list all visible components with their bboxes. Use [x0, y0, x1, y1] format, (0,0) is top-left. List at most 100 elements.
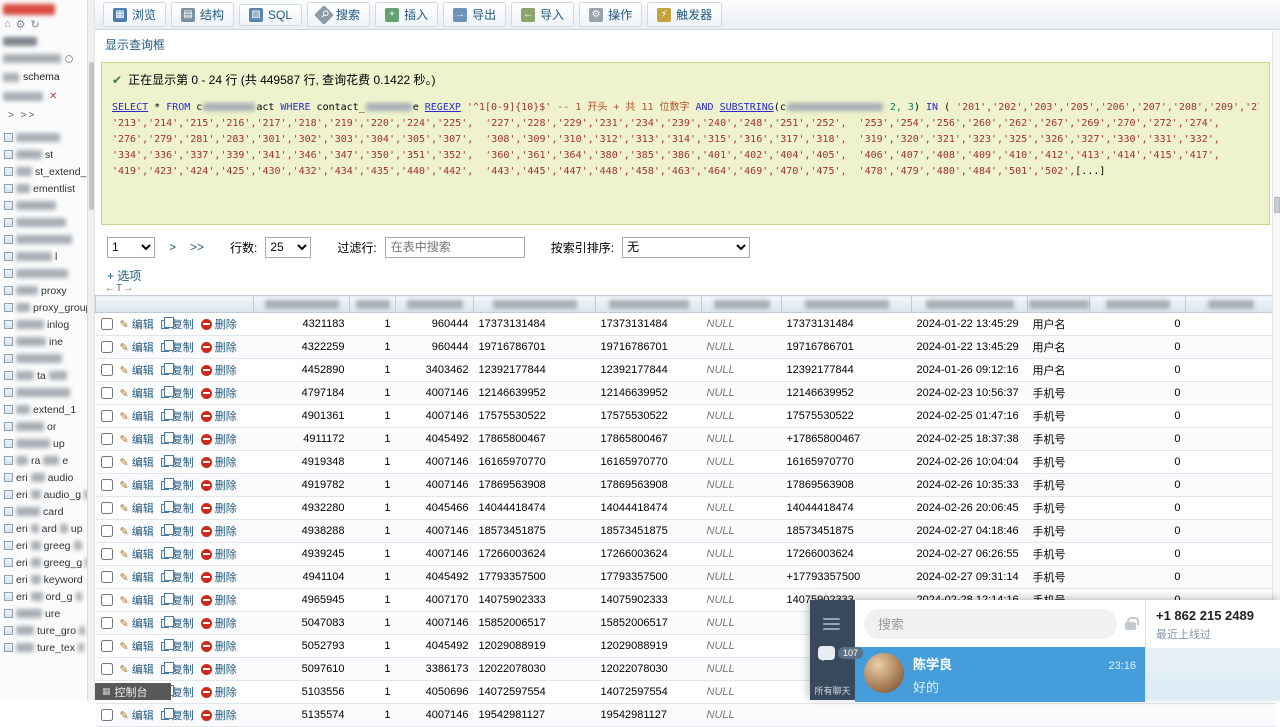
collapse-icon[interactable] — [65, 55, 73, 63]
edit-link[interactable]: ✎编辑 — [120, 316, 154, 332]
sidebar-item[interactable]: erigreeg — [0, 537, 87, 554]
row-checkbox[interactable] — [101, 456, 113, 468]
delete-link[interactable]: 删除 — [201, 523, 237, 539]
copy-link[interactable]: 复制 — [161, 569, 194, 585]
sidebar-item[interactable] — [0, 350, 87, 367]
sidebar-item[interactable]: card — [0, 503, 87, 520]
delete-link[interactable]: 删除 — [201, 546, 237, 562]
row-checkbox[interactable] — [101, 640, 113, 652]
conversation-header[interactable]: +1 862 215 2489 最近上线过 — [1146, 600, 1280, 648]
row-checkbox[interactable] — [101, 410, 113, 422]
lock-icon[interactable] — [1125, 622, 1136, 630]
delete-link[interactable]: 删除 — [201, 569, 237, 585]
row-checkbox[interactable] — [101, 433, 113, 445]
sidebar-item[interactable]: up — [0, 435, 87, 452]
sidebar-item[interactable]: or — [0, 418, 87, 435]
chat-list-item[interactable]: 陈学良 23:16 好的 — [855, 647, 1145, 702]
delete-link[interactable]: 删除 — [201, 477, 237, 493]
page-select[interactable]: 1 — [107, 237, 155, 258]
row-checkbox[interactable] — [101, 318, 113, 330]
edit-link[interactable]: ✎编辑 — [120, 500, 154, 516]
tab-export[interactable]: →导出 — [443, 2, 506, 27]
edit-link[interactable]: ✎编辑 — [120, 454, 154, 470]
database-item[interactable]: schema — [0, 67, 87, 87]
sidebar-item[interactable]: st — [0, 146, 87, 163]
copy-link[interactable]: 复制 — [161, 454, 194, 470]
refresh-icon[interactable]: ↻ — [31, 18, 40, 31]
sidebar-item[interactable]: proxy_group — [0, 299, 87, 316]
copy-link[interactable]: 复制 — [161, 477, 194, 493]
delete-link[interactable]: 删除 — [201, 431, 237, 447]
tab-triggers[interactable]: ⚡触发器 — [647, 2, 722, 27]
edit-link[interactable]: ✎编辑 — [120, 661, 154, 677]
sidebar-item[interactable]: erikeyword — [0, 571, 87, 588]
delete-link[interactable]: 删除 — [201, 684, 237, 700]
sidebar-item[interactable]: eriaudio — [0, 469, 87, 486]
copy-link[interactable]: 复制 — [161, 707, 194, 723]
copy-link[interactable]: 复制 — [161, 362, 194, 378]
all-chats-folder[interactable]: 107 — [818, 646, 863, 660]
sidebar-item[interactable]: erigreeg_g — [0, 554, 87, 571]
edit-link[interactable]: ✎编辑 — [120, 523, 154, 539]
sidebar-item[interactable]: ture_gro — [0, 622, 87, 639]
edit-link[interactable]: ✎编辑 — [120, 431, 154, 447]
sidebar-item[interactable]: inlog — [0, 316, 87, 333]
clear-filter-button[interactable]: ✕ — [49, 91, 57, 102]
column-order-controls[interactable]: ←T→ — [95, 283, 1280, 295]
row-checkbox[interactable] — [101, 709, 113, 721]
delete-link[interactable]: 删除 — [201, 500, 237, 516]
edit-link[interactable]: ✎编辑 — [120, 569, 154, 585]
menu-icon[interactable] — [823, 615, 840, 633]
copy-link[interactable]: 复制 — [161, 523, 194, 539]
sort-select[interactable]: 无 — [622, 237, 750, 258]
row-checkbox[interactable] — [101, 525, 113, 537]
settings-icon[interactable]: ⚙ — [16, 18, 26, 31]
copy-link[interactable]: 复制 — [161, 431, 194, 447]
row-checkbox[interactable] — [101, 617, 113, 629]
edit-link[interactable]: ✎编辑 — [120, 477, 154, 493]
options-toggle[interactable]: + 选项 — [95, 259, 1280, 283]
edit-link[interactable]: ✎编辑 — [120, 592, 154, 608]
row-checkbox[interactable] — [101, 548, 113, 560]
copy-link[interactable]: 复制 — [161, 385, 194, 401]
edit-link[interactable]: ✎编辑 — [120, 339, 154, 355]
last-page-link[interactable]: >> — [190, 240, 204, 254]
sidebar-item[interactable]: ture_tex — [0, 639, 87, 656]
copy-link[interactable]: 复制 — [161, 592, 194, 608]
edit-link[interactable]: ✎编辑 — [120, 385, 154, 401]
home-icon[interactable]: ⌂ — [4, 18, 11, 31]
delete-link[interactable]: 删除 — [201, 316, 237, 332]
sidebar-item[interactable]: ementlist — [0, 180, 87, 197]
edit-link[interactable]: ✎编辑 — [120, 638, 154, 654]
sidebar-item[interactable]: st_extend_ — [0, 163, 87, 180]
sidebar-item[interactable]: ine — [0, 333, 87, 350]
rows-select[interactable]: 25 — [265, 237, 311, 258]
sidebar-item[interactable] — [0, 231, 87, 248]
copy-link[interactable]: 复制 — [161, 500, 194, 516]
console-toggle[interactable]: ▦ 控制台 — [95, 683, 171, 700]
tab-structure[interactable]: ▤结构 — [171, 2, 234, 27]
filter-input[interactable] — [385, 237, 525, 258]
copy-link[interactable]: 复制 — [161, 661, 194, 677]
delete-link[interactable]: 删除 — [201, 638, 237, 654]
sidebar-item[interactable]: rae — [0, 452, 87, 469]
delete-link[interactable]: 删除 — [201, 362, 237, 378]
copy-link[interactable]: 复制 — [161, 615, 194, 631]
sidebar-item[interactable] — [0, 214, 87, 231]
row-checkbox[interactable] — [101, 594, 113, 606]
edit-link[interactable]: ✎编辑 — [120, 408, 154, 424]
edit-link[interactable]: ✎编辑 — [120, 362, 154, 378]
sidebar-item[interactable] — [0, 265, 87, 282]
sidebar-item[interactable]: proxy — [0, 282, 87, 299]
navi-page-nav[interactable]: > >> — [0, 106, 87, 125]
edit-link[interactable]: ✎编辑 — [120, 707, 154, 723]
row-checkbox[interactable] — [101, 571, 113, 583]
tab-insert[interactable]: +插入 — [375, 2, 438, 27]
sidebar-item[interactable]: eriardup — [0, 520, 87, 537]
row-checkbox[interactable] — [101, 364, 113, 376]
sidebar-item[interactable]: eriaudio_g — [0, 486, 87, 503]
delete-link[interactable]: 删除 — [201, 385, 237, 401]
copy-link[interactable]: 复制 — [161, 316, 194, 332]
show-query-box-link[interactable]: 显示查询框 — [105, 36, 165, 53]
row-checkbox[interactable] — [101, 341, 113, 353]
